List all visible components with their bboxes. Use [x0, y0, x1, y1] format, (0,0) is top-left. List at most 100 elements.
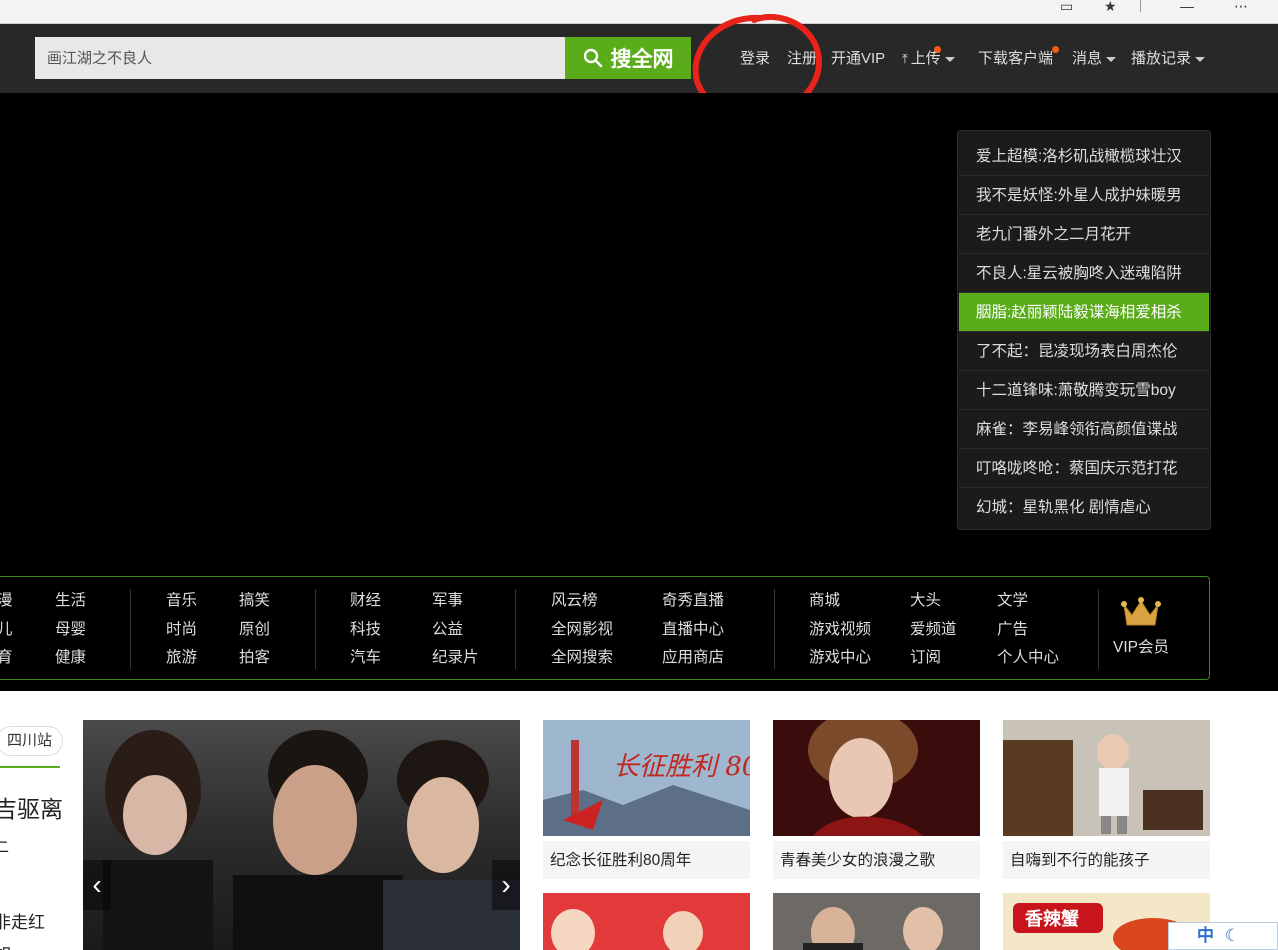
channel-link[interactable]: 原创 [239, 620, 270, 640]
search-button[interactable]: 搜全网 [565, 37, 691, 79]
moon-icon: ☾ [1224, 926, 1240, 945]
thumb-caption: 青春美少女的浪漫之歌 [773, 841, 980, 879]
video-thumb[interactable]: 自嗨到不行的能孩子 [1003, 720, 1210, 879]
channel-link[interactable]: 搞笑 [239, 591, 270, 611]
channel-link[interactable]: 健康 [55, 648, 86, 668]
download-client-label: 下载客户端 [978, 50, 1054, 67]
playlist-item[interactable]: 叮咯咙咚呛：蔡国庆示范打花 [959, 449, 1209, 488]
divider [1098, 589, 1099, 669]
playlist-item[interactable]: 不良人:星云被胸咚入迷魂陷阱 [959, 254, 1209, 293]
channel-link[interactable]: 母婴 [55, 620, 86, 640]
side-link[interactable]: 非走红 [0, 908, 45, 933]
channel-link[interactable]: 广告 [997, 620, 1028, 640]
ime-indicator[interactable]: 中 ☾ [1168, 922, 1278, 950]
search-button-label: 搜全网 [610, 48, 674, 71]
prev-arrow-icon[interactable]: ‹ [83, 860, 111, 910]
channel-link[interactable]: 游戏中心 [809, 648, 871, 668]
next-arrow-icon[interactable]: › [492, 860, 520, 910]
download-notification-dot [1052, 46, 1060, 53]
channel-link[interactable]: 漫 [0, 591, 13, 611]
search-icon [583, 48, 602, 68]
playlist-item[interactable]: 幻城：星轨黑化 剧情虐心 [959, 488, 1209, 527]
channel-link[interactable]: 拍客 [239, 648, 270, 668]
register-link[interactable]: 注册 [787, 48, 817, 70]
channel-link[interactable]: 文学 [997, 591, 1028, 611]
channel-link[interactable]: 游戏视频 [809, 620, 871, 640]
channel-link[interactable]: 军事 [432, 591, 463, 611]
video-thumb-row2[interactable] [543, 893, 750, 950]
thumb-caption: 纪念长征胜利80周年 [543, 841, 750, 879]
channel-link[interactable]: 商城 [809, 591, 840, 611]
thumb-image [1003, 720, 1210, 836]
thumb-image [773, 710, 980, 836]
reader-icon[interactable]: ▭ [1060, 0, 1073, 13]
channel-link[interactable]: 生活 [55, 591, 86, 611]
messages-menu[interactable]: 消息 [1072, 48, 1117, 70]
chevron-down-icon [1106, 56, 1117, 62]
hero-image [103, 730, 520, 950]
channel-link[interactable]: 纪录片 [432, 648, 479, 668]
channel-link[interactable]: 育 [0, 648, 13, 668]
channel-link[interactable]: 儿 [0, 620, 13, 640]
playlist-item[interactable]: 我不是妖怪:外星人成护妹暖男 [959, 176, 1209, 215]
site-header: 搜全网 登录 注册 开通VIP ⤒ 上传 下载客户端 消息 播放记录 [0, 24, 1278, 93]
channel-link[interactable]: 大头 [910, 591, 941, 611]
open-vip-link[interactable]: 开通VIP [831, 48, 885, 70]
channel-nav: 漫 儿 育 生活 母婴 健康 音乐 时尚 旅游 搞笑 原创 拍客 财经 科技 汽… [0, 576, 1210, 680]
playlist-item[interactable]: 了不起：昆凌现场表白周杰伦 [959, 332, 1209, 371]
channel-link[interactable]: 汽车 [350, 648, 381, 668]
channel-link[interactable]: 直播中心 [662, 620, 724, 640]
playlist-item[interactable]: 爱上超模:洛杉矶战橄榄球壮汉 [959, 137, 1209, 176]
video-thumb-row2[interactable] [773, 893, 980, 950]
channel-link[interactable]: 风云榜 [551, 591, 598, 611]
channel-link[interactable]: 财经 [350, 591, 381, 611]
thumb-image-title: 长征胜利 80周年 [613, 752, 750, 782]
side-link[interactable]: 如 [0, 940, 11, 950]
crown-icon [1121, 597, 1161, 626]
playlist-item[interactable]: 老九门番外之二月花开 [959, 215, 1209, 254]
chevron-down-icon [944, 56, 955, 62]
search-input[interactable] [35, 37, 565, 79]
channel-link[interactable]: 爱频道 [910, 620, 957, 640]
login-link[interactable]: 登录 [740, 48, 770, 70]
channel-link[interactable]: 订阅 [910, 648, 941, 668]
channel-link[interactable]: 应用商店 [662, 648, 724, 668]
upload-icon: ⤒ [902, 51, 908, 66]
station-tab[interactable]: 四川站 [0, 726, 64, 756]
messages-label: 消息 [1072, 50, 1103, 67]
upload-menu[interactable]: ⤒ 上传 [902, 46, 955, 70]
play-history-label: 播放记录 [1131, 50, 1192, 67]
channel-link[interactable]: 科技 [350, 620, 381, 640]
video-thumb[interactable]: 青春美少女的浪漫之歌 [773, 710, 980, 879]
minimize-icon[interactable]: — [1180, 0, 1194, 13]
video-thumb[interactable]: 长征胜利 80周年 纪念长征胜利80周年 [543, 720, 813, 879]
channel-link[interactable]: 全网影视 [551, 620, 613, 640]
ime-label: 中 [1197, 926, 1214, 945]
upload-notification-dot [933, 46, 941, 53]
side-headline[interactable]: 吉驱离 [0, 790, 63, 824]
channel-link[interactable]: 个人中心 [997, 648, 1059, 668]
vip-member-link[interactable]: VIP会员 [1101, 595, 1181, 657]
featured-playlist: 爱上超模:洛杉矶战橄榄球壮汉 我不是妖怪:外星人成护妹暖男 老九门番外之二月花开… [957, 130, 1211, 530]
menu-dots-icon[interactable]: ⋯ [1234, 0, 1248, 13]
play-history-menu[interactable]: 播放记录 [1131, 48, 1206, 70]
download-client-link[interactable]: 下载客户端 [978, 46, 1060, 70]
tab-underline [0, 766, 60, 768]
channel-link[interactable]: 公益 [432, 620, 463, 640]
vip-member-label: VIP会员 [1113, 639, 1169, 656]
playlist-item[interactable]: 麻雀：李易峰领衔高颜值谍战 [959, 410, 1209, 449]
favorite-star-icon[interactable]: ★ [1104, 0, 1117, 13]
channel-link[interactable]: 全网搜索 [551, 648, 613, 668]
divider [774, 589, 775, 669]
playlist-item[interactable]: 十二道锋味:萧敬腾变玩雪boy [959, 371, 1209, 410]
hero-carousel[interactable]: ‹ › [83, 720, 520, 950]
playlist-item-active[interactable]: 胭脂:赵丽颖陆毅谍海相爱相杀 [959, 293, 1209, 332]
divider [515, 589, 516, 669]
channel-link[interactable]: 奇秀直播 [662, 591, 724, 611]
channel-link[interactable]: 时尚 [166, 620, 197, 640]
toolbar-divider [1140, 0, 1141, 12]
thumb-image: 长征胜利 80周年 [543, 720, 813, 836]
channel-link[interactable]: 音乐 [166, 591, 197, 611]
channel-link[interactable]: 旅游 [166, 648, 197, 668]
thumb-caption: 自嗨到不行的能孩子 [1003, 841, 1210, 879]
